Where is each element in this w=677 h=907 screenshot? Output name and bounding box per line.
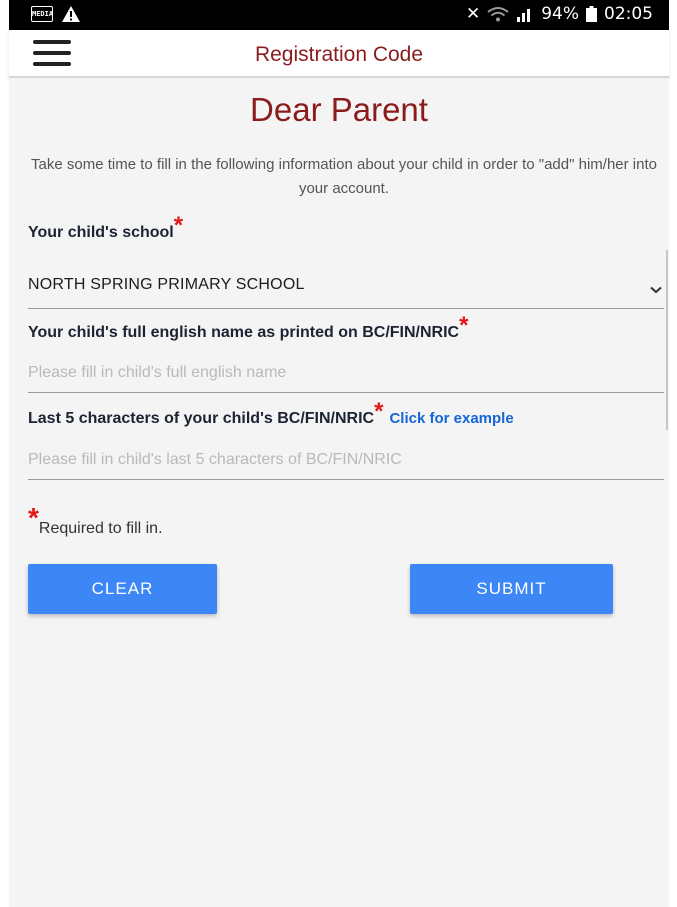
- chevron-down-icon: [650, 286, 662, 294]
- required-star-icon: *: [28, 502, 39, 533]
- intro-text: Take some time to fill in the following …: [31, 156, 657, 197]
- scrollbar[interactable]: [666, 250, 668, 430]
- page-title: Dear Parent: [250, 91, 428, 128]
- warning-icon: [62, 6, 80, 22]
- status-bar: MEDIA ✕ 94% 02:05: [9, 0, 669, 30]
- status-right-icons: ✕ 94% 02:05: [466, 4, 653, 24]
- registration-form-page: Dear Parent Take some time to fill in th…: [9, 78, 669, 907]
- wifi-icon: [487, 7, 509, 22]
- required-note: *Required to fill in.: [28, 502, 163, 538]
- app-bar: Registration Code: [9, 30, 669, 78]
- media-app-icon: MEDIA: [31, 6, 53, 22]
- required-star-icon: *: [173, 212, 184, 239]
- child-name-input[interactable]: [28, 354, 664, 393]
- submit-button[interactable]: SUBMIT: [410, 564, 613, 614]
- child-id-input[interactable]: [28, 441, 664, 480]
- school-select-value: NORTH SPRING PRIMARY SCHOOL: [28, 276, 305, 293]
- app-bar-title: Registration Code: [254, 43, 424, 66]
- id-label: Last 5 characters of your child's BC/FIN…: [28, 398, 514, 428]
- name-label: Your child's full english name as printe…: [28, 312, 469, 342]
- clock: 02:05: [604, 4, 653, 24]
- required-star-icon: *: [374, 398, 384, 425]
- signal-icon: [517, 9, 531, 22]
- example-link[interactable]: Click for example: [389, 410, 513, 427]
- battery-icon: [586, 6, 597, 22]
- required-star-icon: *: [459, 312, 469, 339]
- mute-icon: ✕: [465, 4, 481, 24]
- school-select[interactable]: NORTH SPRING PRIMARY SCHOOL: [28, 274, 664, 309]
- status-left-icons: MEDIA: [31, 5, 81, 23]
- battery-percent: 94%: [541, 4, 579, 24]
- school-label: Your child's school*: [28, 212, 184, 242]
- clear-button[interactable]: CLEAR: [28, 564, 217, 614]
